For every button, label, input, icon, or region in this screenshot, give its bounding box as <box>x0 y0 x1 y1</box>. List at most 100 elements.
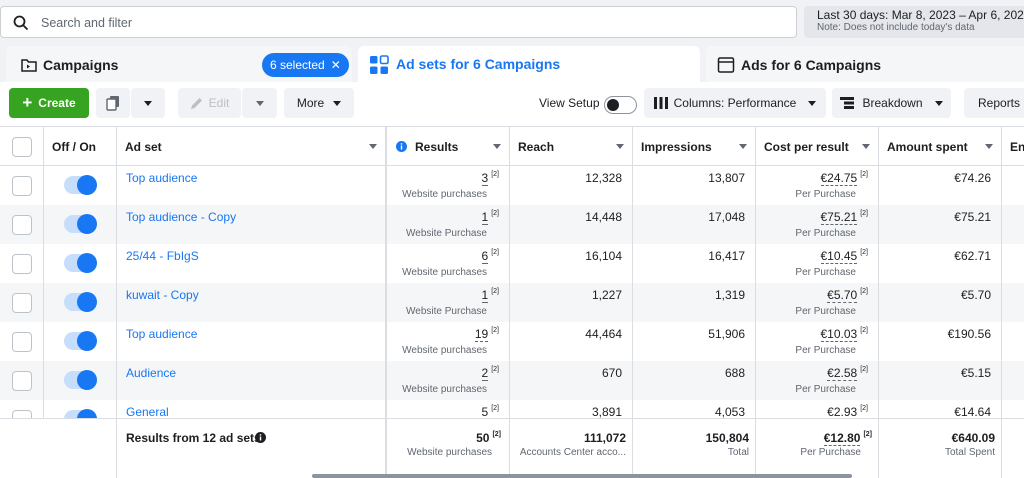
row-toggle[interactable] <box>64 331 97 351</box>
summary-cpr: €12.80 [2] Per Purchase <box>756 419 879 478</box>
row-checkbox[interactable] <box>12 176 32 196</box>
header-results[interactable]: Results <box>388 127 510 167</box>
info-icon[interactable] <box>255 432 266 443</box>
footnote-mark: [2] <box>860 366 868 373</box>
tab-ad-sets[interactable]: Ad sets for 6 Campaigns <box>358 46 700 84</box>
header-amount-spent[interactable]: Amount spent <box>879 127 1002 167</box>
row-checkbox[interactable] <box>12 215 32 235</box>
results-value[interactable]: 2 <box>481 366 489 381</box>
row-spent-cell: €75.21 <box>879 205 1002 244</box>
cpr-value[interactable]: €2.93 <box>827 405 858 418</box>
ad-set-name-link[interactable]: 25/44 - FbIgS <box>126 249 199 263</box>
table-row[interactable]: kuwait - Copy 1 [2] Website Purchase 1,22… <box>0 283 1024 322</box>
toggle-knob <box>77 175 97 195</box>
ad-set-name-link[interactable]: Top audience <box>126 171 197 185</box>
ad-set-name-link[interactable]: Top audience <box>126 327 197 341</box>
cpr-value[interactable]: €2.58 <box>827 366 858 381</box>
date-range-picker[interactable]: Last 30 days: Mar 8, 2023 – Apr 6, 2023 … <box>804 6 1024 38</box>
header-cost-per-result[interactable]: Cost per result <box>756 127 879 167</box>
tab-ads-label: Ads for 6 Campaigns <box>741 57 882 73</box>
footnote-mark: [2] <box>860 249 868 256</box>
sort-caret-icon[interactable] <box>985 144 993 149</box>
create-button[interactable]: + Create <box>9 88 89 118</box>
table-row[interactable]: Audience 2 [2] Website purchases 670 688 … <box>0 361 1024 400</box>
view-setup-toggle[interactable] <box>604 96 637 114</box>
row-checkbox[interactable] <box>12 410 32 418</box>
selected-pill[interactable]: 6 selected ✕ <box>262 53 349 77</box>
horizontal-scrollbar[interactable] <box>312 474 852 478</box>
cpr-value[interactable]: €75.21 <box>820 210 858 225</box>
row-results-cell: 5[2] Website purchases <box>388 400 510 418</box>
row-toggle[interactable] <box>64 253 97 273</box>
sort-caret-icon[interactable] <box>862 144 870 149</box>
header-impressions[interactable]: Impressions <box>633 127 756 167</box>
header-ends[interactable]: En <box>1002 127 1024 167</box>
duplicate-button[interactable] <box>96 88 130 118</box>
more-button[interactable]: More <box>284 88 354 118</box>
row-toggle[interactable] <box>64 292 97 312</box>
tab-campaigns[interactable]: Campaigns 6 selected ✕ <box>6 46 352 84</box>
select-all-checkbox[interactable] <box>12 137 32 157</box>
row-toggle[interactable] <box>64 214 97 234</box>
row-select-cell <box>0 322 44 361</box>
results-subtext: Website purchases <box>402 345 487 356</box>
results-value[interactable]: 3 <box>481 171 489 186</box>
row-toggle[interactable] <box>64 370 97 390</box>
row-toggle[interactable] <box>64 175 97 195</box>
row-checkbox[interactable] <box>12 371 32 391</box>
table-row[interactable]: Top audience - Copy 1 [2] Website Purchas… <box>0 205 1024 244</box>
columns-button[interactable]: Columns: Performance <box>644 88 826 118</box>
search-bar[interactable] <box>0 6 797 38</box>
row-checkbox[interactable] <box>12 254 32 274</box>
table-row[interactable]: 25/44 - FbIgS 6 [2] Website purchases 16,… <box>0 244 1024 283</box>
sort-caret-icon[interactable] <box>616 144 624 149</box>
header-reach[interactable]: Reach <box>510 127 633 167</box>
ad-set-name-link[interactable]: Top audience - Copy <box>126 210 236 224</box>
toggle-knob <box>607 99 619 111</box>
summary-impressions-sub: Total <box>727 447 749 458</box>
tab-ads[interactable]: Ads for 6 Campaigns <box>706 46 1024 84</box>
row-cpr-cell: €24.75 [2] Per Purchase <box>756 166 879 205</box>
ad-set-name-link[interactable]: kuwait - Copy <box>126 288 199 302</box>
footnote-mark: [2] <box>491 366 499 373</box>
edit-button[interactable]: Edit <box>178 88 241 118</box>
results-value[interactable]: 19 <box>474 327 489 342</box>
row-toggle-cell <box>44 244 117 283</box>
sort-caret-icon[interactable] <box>739 144 747 149</box>
row-cpr-cell: €5.70 [2] Per Purchase <box>756 283 879 322</box>
clear-selection-icon[interactable]: ✕ <box>331 58 341 72</box>
results-value[interactable]: 1 <box>481 288 489 303</box>
results-subtext: Website Purchase <box>406 228 487 239</box>
breakdown-button[interactable]: Breakdown <box>832 88 951 118</box>
summary-cpr-value[interactable]: €12.80 <box>823 431 861 446</box>
row-name-cell: Top audience - Copy <box>117 205 387 244</box>
edit-label: Edit <box>208 96 230 110</box>
header-select-all[interactable] <box>0 127 44 167</box>
row-reach-cell: 3,891 <box>510 400 633 418</box>
ad-set-name-link[interactable]: General <box>126 405 169 418</box>
cpr-value[interactable]: €10.45 <box>820 249 858 264</box>
sort-caret-icon[interactable] <box>493 144 501 149</box>
table-row[interactable]: Top audience 3 [2] Website purchases 12,3… <box>0 166 1024 205</box>
table-row[interactable]: Top audience 19 [2] Website purchases 44,… <box>0 322 1024 361</box>
summary-label-cell: Results from 12 ad sets <box>117 419 387 478</box>
cpr-value[interactable]: €10.03 <box>820 327 858 342</box>
reach-value: 16,104 <box>585 249 622 263</box>
impressions-value: 688 <box>724 366 745 380</box>
results-value[interactable]: 1 <box>481 210 489 225</box>
row-toggle[interactable] <box>64 409 97 418</box>
cpr-value[interactable]: €24.75 <box>820 171 858 186</box>
sort-caret-icon[interactable] <box>369 144 377 149</box>
search-input[interactable] <box>41 13 741 33</box>
results-value[interactable]: 6 <box>481 249 489 264</box>
table-row[interactable]: General 5[2] Website purchases 3,891 4,0… <box>0 400 1024 418</box>
row-checkbox[interactable] <box>12 332 32 352</box>
edit-dropdown-button[interactable] <box>242 88 277 118</box>
ad-set-name-link[interactable]: Audience <box>126 366 176 380</box>
reports-button[interactable]: Reports <box>964 88 1024 118</box>
results-value[interactable]: 5 <box>481 405 489 418</box>
header-ad-set[interactable]: Ad set <box>117 127 387 167</box>
duplicate-dropdown-button[interactable] <box>131 88 165 118</box>
cpr-value[interactable]: €5.70 <box>827 288 858 303</box>
row-checkbox[interactable] <box>12 293 32 313</box>
